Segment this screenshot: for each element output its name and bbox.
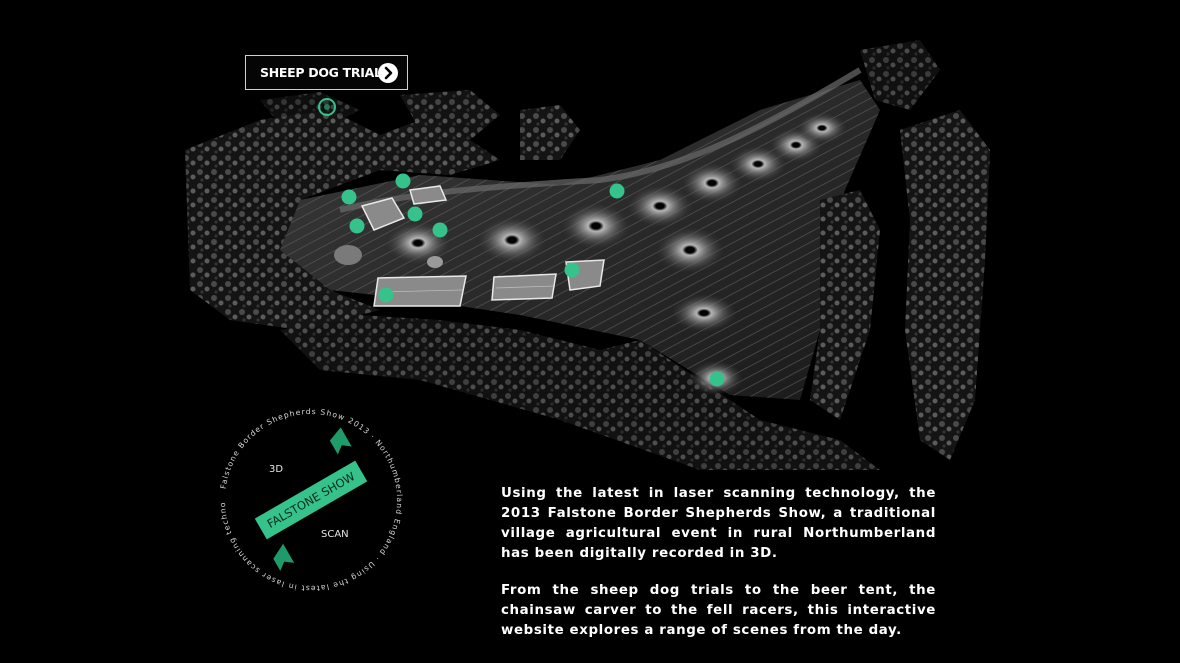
badge-ribbon-text: FALSTONE SHOW — [265, 469, 358, 531]
falstone-show-badge: Falstone Border Shepherds Show 2013 · No… — [211, 400, 403, 593]
chevron-right-circle-icon[interactable] — [378, 63, 398, 83]
tooltip-label: SHEEP DOG TRIAL — [260, 65, 382, 80]
badge-3d-label: 3D — [269, 464, 283, 475]
badge-scan-label: SCAN — [321, 529, 349, 540]
sheep-dog-trial-tooltip[interactable]: SHEEP DOG TRIAL — [245, 55, 408, 90]
hotspot-sheep-dog-trial[interactable] — [318, 98, 336, 116]
hotspot[interactable] — [432, 222, 448, 238]
intro-paragraph: Using the latest in laser scanning techn… — [501, 486, 936, 561]
hotspot[interactable] — [395, 173, 411, 189]
hotspot[interactable] — [407, 206, 423, 222]
hotspot[interactable] — [341, 189, 357, 205]
hotspot[interactable] — [609, 183, 625, 199]
hotspot[interactable] — [564, 262, 580, 278]
scenes-paragraph: From the sheep dog trials to the beer te… — [501, 583, 936, 638]
hotspot[interactable] — [349, 218, 365, 234]
hotspot[interactable] — [378, 287, 394, 303]
scan-stage: SHEEP DOG TRIAL Falstone Border Shepherd… — [0, 0, 1180, 663]
hotspot[interactable] — [709, 371, 725, 387]
